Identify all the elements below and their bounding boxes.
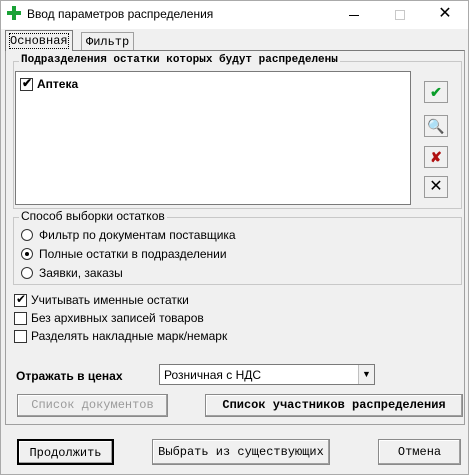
dialog-window: Ввод параметров распределения ✕ Основная…	[0, 0, 469, 475]
window-title: Ввод параметров распределения	[27, 7, 214, 21]
prices-select-value: Розничная с НДС	[164, 368, 262, 382]
maximize-icon	[395, 10, 405, 21]
radio-full-stock[interactable]: Полные остатки в подразделении	[21, 247, 227, 261]
checkbox-label: Разделять накладные марк/немарк	[31, 329, 228, 343]
minimize-icon	[349, 14, 359, 16]
department-label: Аптека	[37, 77, 79, 91]
checkbox-label: Без архивных записей товаров	[31, 311, 204, 325]
deselect-icon: ✘	[430, 149, 442, 165]
radio-label: Полные остатки в подразделении	[39, 247, 227, 261]
tab-main[interactable]: Основная	[5, 30, 73, 51]
radio-orders[interactable]: Заявки, заказы	[21, 266, 123, 280]
radio-label: Заявки, заказы	[39, 266, 123, 280]
title-bar: Ввод параметров распределения ✕	[1, 1, 468, 29]
method-group-title: Способ выборки остатков	[19, 209, 167, 223]
list-item[interactable]: Аптека	[20, 76, 79, 91]
select-all-button[interactable]: ✔	[424, 81, 448, 103]
option-named-stock[interactable]: Учитывать именные остатки	[14, 292, 189, 307]
radio-button[interactable]	[21, 267, 33, 279]
search-doc-button[interactable]: 🔍	[424, 115, 448, 137]
delete-button[interactable]: ✕	[424, 176, 448, 198]
option-split-invoices[interactable]: Разделять накладные марк/немарк	[14, 329, 227, 343]
tab-filter-label: Фильтр	[86, 35, 130, 49]
radio-button[interactable]	[21, 248, 33, 260]
departments-list[interactable]: Аптека	[15, 71, 411, 205]
checkbox[interactable]	[14, 311, 27, 325]
option-no-archive[interactable]: Без архивных записей товаров	[14, 311, 204, 325]
chevron-down-icon[interactable]: ▼	[358, 365, 374, 384]
maximize-button	[377, 1, 423, 29]
departments-group-title: Подразделения остатки которых будут расп…	[19, 54, 340, 66]
minimize-button[interactable]	[331, 1, 377, 29]
checkbox-label: Учитывать именные остатки	[31, 293, 189, 307]
radio-filter-by-supplier[interactable]: Фильтр по документам поставщика	[21, 228, 236, 242]
cancel-button[interactable]: Отмена	[378, 439, 461, 465]
checkbox[interactable]	[14, 292, 27, 307]
radio-label: Фильтр по документам поставщика	[39, 228, 236, 242]
app-cross-icon	[7, 6, 21, 20]
tab-filter[interactable]: Фильтр	[81, 32, 135, 50]
tab-main-label: Основная	[9, 33, 69, 49]
deselect-button[interactable]: ✘	[424, 146, 448, 168]
checkbox[interactable]	[14, 329, 27, 343]
search-doc-icon: 🔍	[427, 118, 445, 134]
prices-label: Отражать в ценах	[16, 369, 123, 383]
participants-list-button[interactable]: Список участников распределения	[205, 394, 463, 417]
select-all-icon: ✔	[430, 84, 442, 100]
department-checkbox[interactable]	[20, 76, 33, 91]
close-button[interactable]: ✕	[422, 1, 468, 29]
continue-button[interactable]: Продолжить	[17, 439, 114, 465]
radio-button[interactable]	[21, 229, 33, 241]
choose-existing-button[interactable]: Выбрать из существующих	[152, 439, 330, 465]
documents-list-button: Список документов	[17, 394, 168, 417]
prices-select[interactable]: Розничная с НДС ▼	[159, 364, 375, 385]
delete-icon: ✕	[429, 178, 443, 195]
